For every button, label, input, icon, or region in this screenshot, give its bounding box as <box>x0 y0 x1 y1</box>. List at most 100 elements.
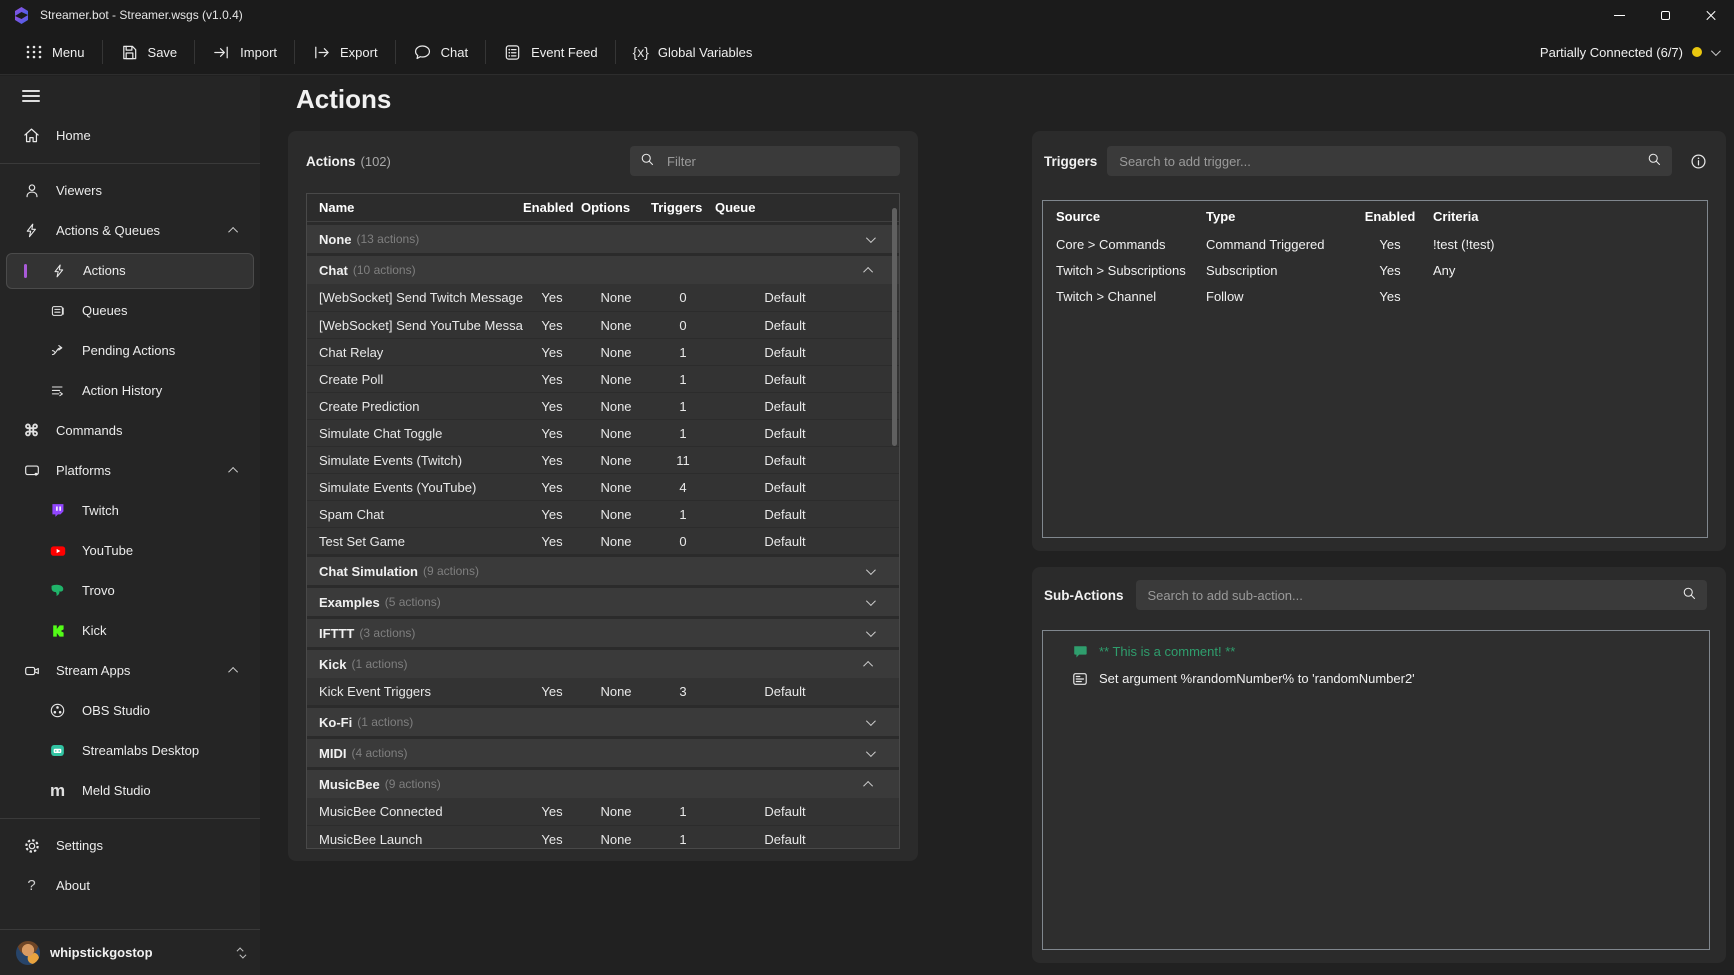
actions-table-groups: None (13 actions) Chat (10 actions) [Web… <box>307 225 899 849</box>
hamburger-menu-button[interactable] <box>22 90 40 102</box>
streamerbot-window: Streamer.bot - Streamer.wsgs (v1.0.4) Me… <box>0 0 1734 975</box>
action-group-header[interactable]: IFTTT (3 actions) <box>307 619 899 647</box>
action-group-header[interactable]: Kick (1 actions) <box>307 650 899 678</box>
close-button[interactable] <box>1688 0 1734 30</box>
action-group-header[interactable]: Ko-Fi (1 actions) <box>307 708 899 736</box>
trigger-row[interactable]: Twitch > Channel Follow Yes <box>1043 283 1707 309</box>
sidebar-item-stream-apps[interactable]: Stream Apps <box>6 653 254 689</box>
group-count: (10 actions) <box>353 263 416 277</box>
sidebar-item-home[interactable]: Home <box>6 118 254 154</box>
window-controls <box>1596 0 1734 30</box>
chat-button[interactable]: Chat <box>396 30 485 75</box>
info-button[interactable] <box>1686 149 1710 173</box>
global-variables-button[interactable]: {x} Global Variables <box>616 30 770 75</box>
trigger-search-input[interactable] <box>1107 154 1672 169</box>
action-triggers: 0 <box>651 290 715 305</box>
event-feed-button[interactable]: Event Feed <box>486 30 615 75</box>
action-options: None <box>581 534 651 549</box>
sidebar-item-about[interactable]: ? About <box>6 868 254 904</box>
subactions-panel-title: Sub-Actions <box>1044 588 1124 603</box>
trigger-source: Core > Commands <box>1056 237 1206 252</box>
subaction-row-comment[interactable]: ** This is a comment! ** <box>1043 638 1709 665</box>
trigger-criteria: !test (!test) <box>1422 237 1707 252</box>
action-group-header[interactable]: MIDI (4 actions) <box>307 739 899 767</box>
action-enabled: Yes <box>523 684 581 699</box>
sidebar-item-label: Queues <box>82 303 128 318</box>
sidebar-item-pending-actions[interactable]: Pending Actions <box>6 333 254 369</box>
filter-input[interactable] <box>655 154 900 169</box>
action-row[interactable]: Kick Event Triggers Yes None 3 Default <box>307 678 899 705</box>
save-icon <box>120 43 139 62</box>
question-mark-icon: ? <box>22 876 41 895</box>
sidebar-item-queues[interactable]: Queues <box>6 293 254 329</box>
action-name: Simulate Chat Toggle <box>307 426 523 441</box>
action-row[interactable]: [WebSocket] Send YouTube Message Yes Non… <box>307 311 899 338</box>
trigger-row[interactable]: Core > Commands Command Triggered Yes !t… <box>1043 231 1707 257</box>
stream-apps-icon <box>22 661 41 680</box>
sidebar-item-actions-queues[interactable]: Actions & Queues <box>6 213 254 249</box>
triggers-table: Source Type Enabled Criteria Core > Comm… <box>1042 200 1708 538</box>
action-group-header[interactable]: Examples (5 actions) <box>307 588 899 616</box>
save-button[interactable]: Save <box>103 30 195 75</box>
user-account-selector[interactable]: whipstickgostop <box>0 929 260 975</box>
menu-button[interactable]: Menu <box>8 30 102 75</box>
sidebar-item-label: Home <box>56 128 91 143</box>
sidebar-item-actions[interactable]: Actions <box>6 253 254 289</box>
sidebar-item-youtube[interactable]: YouTube <box>6 533 254 569</box>
sidebar-item-streamlabs[interactable]: Streamlabs Desktop <box>6 733 254 769</box>
export-button[interactable]: Export <box>295 30 395 75</box>
action-queue: Default <box>715 345 855 360</box>
search-icon <box>1647 152 1662 170</box>
sidebar-item-viewers[interactable]: Viewers <box>6 173 254 209</box>
sidebar-item-twitch[interactable]: Twitch <box>6 493 254 529</box>
action-row[interactable]: Create Poll Yes None 1 Default <box>307 365 899 392</box>
sidebar-item-trovo[interactable]: Trovo <box>6 573 254 609</box>
action-row[interactable]: Create Prediction Yes None 1 Default <box>307 392 899 419</box>
sidebar-item-meld-studio[interactable]: m Meld Studio <box>6 773 254 809</box>
action-row[interactable]: Simulate Events (YouTube) Yes None 4 Def… <box>307 473 899 500</box>
action-group-header[interactable]: None (13 actions) <box>307 225 899 253</box>
action-triggers: 1 <box>651 372 715 387</box>
subaction-row[interactable]: Set argument %randomNumber% to 'randomNu… <box>1043 665 1709 692</box>
action-row[interactable]: Test Set Game Yes None 0 Default <box>307 527 899 554</box>
vertical-scrollbar-thumb[interactable] <box>892 208 897 446</box>
sidebar-item-kick[interactable]: Kick <box>6 613 254 649</box>
chevron-up-icon <box>228 467 238 477</box>
action-row[interactable]: MusicBee Connected Yes None 1 Default <box>307 798 899 825</box>
action-queue: Default <box>715 318 855 333</box>
sidebar-item-label: Trovo <box>82 583 115 598</box>
chat-label: Chat <box>441 45 468 60</box>
action-enabled: Yes <box>523 507 581 522</box>
sidebar-item-platforms[interactable]: Platforms <box>6 453 254 489</box>
action-row[interactable]: Chat Relay Yes None 1 Default <box>307 338 899 365</box>
sidebar-item-commands[interactable]: ⌘ Commands <box>6 413 254 449</box>
action-history-icon <box>48 381 67 400</box>
action-row[interactable]: Simulate Events (Twitch) Yes None 11 Def… <box>307 446 899 473</box>
minimize-icon <box>1614 15 1625 16</box>
action-group-header[interactable]: MusicBee (9 actions) <box>307 770 899 798</box>
column-header-options: Options <box>581 200 651 215</box>
sidebar-item-label: Meld Studio <box>82 783 151 798</box>
home-icon <box>22 126 41 145</box>
connection-status[interactable]: Partially Connected (6/7) <box>1540 45 1734 60</box>
group-chevron-icon <box>863 267 873 277</box>
sidebar-item-settings[interactable]: Settings <box>6 828 254 864</box>
subactions-panel: Sub-Actions ** This is a comment! ** Set… <box>1032 567 1726 963</box>
sidebar-item-obs-studio[interactable]: OBS Studio <box>6 693 254 729</box>
action-group-header[interactable]: Chat (10 actions) <box>307 256 899 284</box>
action-row[interactable]: Spam Chat Yes None 1 Default <box>307 500 899 527</box>
subaction-search-input[interactable] <box>1136 588 1708 603</box>
import-button[interactable]: Import <box>195 30 294 75</box>
import-icon <box>212 43 231 62</box>
trigger-row[interactable]: Twitch > Subscriptions Subscription Yes … <box>1043 257 1707 283</box>
action-row[interactable]: [WebSocket] Send Twitch Message Yes None… <box>307 284 899 311</box>
youtube-icon <box>48 541 67 560</box>
maximize-button[interactable] <box>1642 0 1688 30</box>
action-row[interactable]: MusicBee Launch Yes None 1 Default <box>307 825 899 849</box>
action-row[interactable]: Simulate Chat Toggle Yes None 1 Default <box>307 419 899 446</box>
minimize-button[interactable] <box>1596 0 1642 30</box>
sidebar-item-action-history[interactable]: Action History <box>6 373 254 409</box>
action-name: Create Poll <box>307 372 523 387</box>
user-name: whipstickgostop <box>50 945 153 960</box>
action-group-header[interactable]: Chat Simulation (9 actions) <box>307 557 899 585</box>
